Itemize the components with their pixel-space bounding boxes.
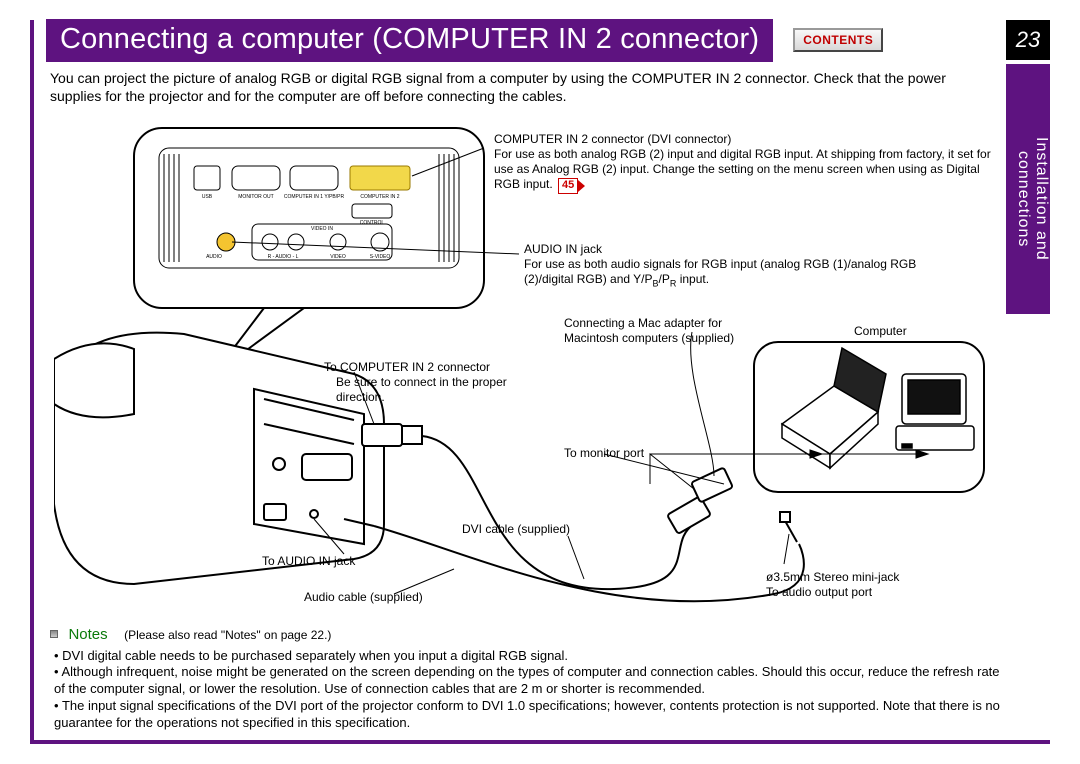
label-toaudioin: To AUDIO IN jack — [262, 554, 355, 569]
notes-list: DVI digital cable needs to be purchased … — [54, 648, 1000, 732]
xref-45[interactable]: 45 — [558, 178, 578, 194]
label-computer: Computer — [854, 324, 907, 339]
svg-text:COMPUTER IN 1 Y/PB/PR: COMPUTER IN 1 Y/PB/PR — [284, 194, 345, 200]
contents-button[interactable]: CONTENTS — [793, 28, 883, 52]
label-tomonitor: To monitor port — [564, 446, 644, 461]
notes-block: Notes (Please also read "Notes" on page … — [50, 626, 1000, 732]
callout-audio: AUDIO IN jack For use as both audio sign… — [524, 242, 964, 290]
svg-text:VIDEO: VIDEO — [330, 254, 346, 260]
notes-item: Although infrequent, noise might be gene… — [54, 664, 1000, 698]
svg-text:VIDEO IN: VIDEO IN — [311, 226, 333, 232]
svg-text:R - AUDIO - L: R - AUDIO - L — [268, 254, 299, 260]
callout-mac: Connecting a Mac adapter for Macintosh c… — [564, 316, 764, 346]
label-audiocable: Audio cable (supplied) — [304, 590, 423, 605]
svg-text:S-VIDEO: S-VIDEO — [370, 254, 391, 260]
callout-title: COMPUTER IN 2 connector (DVI connector) — [494, 132, 994, 147]
callout-title: AUDIO IN jack — [524, 242, 964, 257]
title-bar: Connecting a computer (COMPUTER IN 2 con… — [46, 20, 1050, 60]
page-frame: Connecting a computer (COMPUTER IN 2 con… — [30, 20, 1050, 744]
bullet-icon — [50, 630, 58, 638]
svg-text:COMPUTER IN 2: COMPUTER IN 2 — [360, 194, 399, 200]
intro-text: You can project the picture of analog RG… — [50, 70, 1000, 105]
svg-text:MONITOR OUT: MONITOR OUT — [238, 194, 273, 200]
svg-text:CONTROL: CONTROL — [360, 220, 385, 226]
svg-text:AUDIO: AUDIO — [206, 254, 222, 260]
svg-text:USB: USB — [202, 194, 213, 200]
callout-compin2: COMPUTER IN 2 connector (DVI connector) … — [494, 132, 994, 194]
notes-sub: (Please also read "Notes" on page 22.) — [124, 628, 331, 642]
notes-item: The input signal specifications of the D… — [54, 698, 1000, 732]
page-title: Connecting a computer (COMPUTER IN 2 con… — [46, 19, 773, 62]
callout-tocompin2: To COMPUTER IN 2 connector Be sure to co… — [324, 360, 554, 405]
notes-heading: Notes — [68, 626, 107, 643]
label-dvicable: DVI cable (supplied) — [462, 522, 570, 537]
label-minijack: ø3.5mm Stereo mini-jack To audio output … — [766, 570, 899, 600]
page-number: 23 — [1006, 20, 1050, 60]
diagram: USB MONITOR OUT COMPUTER IN 1 Y/PB/PR CO… — [54, 124, 990, 624]
notes-item: DVI digital cable needs to be purchased … — [54, 648, 1000, 665]
